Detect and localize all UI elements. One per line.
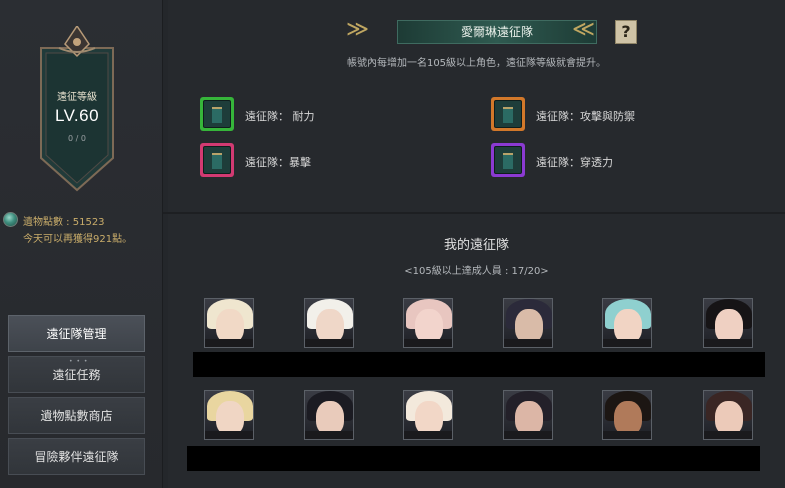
menu-expedition-management[interactable]: 遠征隊管理 <box>8 315 145 352</box>
menu-label: 遺物點數商店 <box>40 409 113 423</box>
character-portrait[interactable] <box>503 298 553 348</box>
relic-points-line: 遺物點數 : 51523 <box>23 213 105 228</box>
sidebar: 遠征等級 LV.60 0 / 0 遺物點數 : 51523 今天可以再獲得921… <box>0 0 163 488</box>
bonus-label: 遠征隊：穿透力 <box>536 156 613 169</box>
menu-label: 遠征隊管理 <box>46 327 107 341</box>
my-expedition-title: 我的遠征隊 <box>443 238 509 253</box>
menu-label: 遠征任務 <box>52 368 101 382</box>
bonus-label: 遠征隊：暴擊 <box>245 156 311 169</box>
character-portrait[interactable] <box>403 390 453 440</box>
menu-relic-point-shop[interactable]: 遺物點數商店 <box>8 397 145 434</box>
chevron-left-icon: ≪ <box>572 17 595 42</box>
expedition-info-panel: ≫ 愛爾琳遠征隊 ≪ ? 帳號內每增加一名105級以上角色，遠征隊等級就會提升。… <box>168 0 785 212</box>
critical-gem-icon <box>200 143 234 177</box>
menu-label: 冒險夥伴遠征隊 <box>34 450 119 464</box>
attack-defense-gem-icon <box>491 97 525 131</box>
expedition-level-banner: 遠征等級 LV.60 0 / 0 <box>37 26 117 192</box>
relic-points-daily-remaining: 今天可以再獲得921點。 <box>23 234 133 245</box>
character-portrait[interactable] <box>304 390 354 440</box>
menu-expedition-missions[interactable]: • • • 遠征任務 <box>8 356 145 393</box>
expedition-level-title: 遠征等級 <box>57 92 97 103</box>
redacted-character-names <box>193 352 765 377</box>
relic-orb-icon <box>3 212 18 227</box>
expedition-description: 帳號內每增加一名105級以上角色，遠征隊等級就會提升。 <box>346 58 607 69</box>
help-button[interactable]: ? <box>615 20 637 44</box>
bonus-label: 遠征隊： 耐力 <box>245 110 315 123</box>
menu-companion-expedition[interactable]: 冒險夥伴遠征隊 <box>8 438 145 475</box>
notification-dots: • • • <box>69 358 89 365</box>
character-portrait[interactable] <box>602 298 652 348</box>
chevron-right-icon: ≫ <box>346 17 369 42</box>
penetration-gem-icon <box>491 143 525 177</box>
endurance-gem-icon <box>200 97 234 131</box>
expedition-level-progress: 0 / 0 <box>68 134 86 143</box>
character-portrait[interactable] <box>602 390 652 440</box>
relic-points-value: 51523 <box>72 217 105 228</box>
character-portrait[interactable] <box>204 298 254 348</box>
relic-points-label: 遺物點數 : <box>23 217 73 228</box>
character-portrait[interactable] <box>304 298 354 348</box>
redacted-character-names <box>187 446 760 471</box>
expedition-title: 愛爾琳遠征隊 <box>397 20 597 44</box>
my-expedition-requirement: <105級以上達成人員 : 17/20> <box>404 266 549 277</box>
expedition-level-value: LV.60 <box>54 106 100 125</box>
my-expedition-panel: 我的遠征隊 <105級以上達成人員 : 17/20> <box>168 214 785 488</box>
character-portrait[interactable] <box>703 298 753 348</box>
bonus-label: 遠征隊：攻擊與防禦 <box>536 110 635 123</box>
character-portrait[interactable] <box>703 390 753 440</box>
character-portrait[interactable] <box>403 298 453 348</box>
character-portrait[interactable] <box>204 390 254 440</box>
character-portrait[interactable] <box>503 390 553 440</box>
